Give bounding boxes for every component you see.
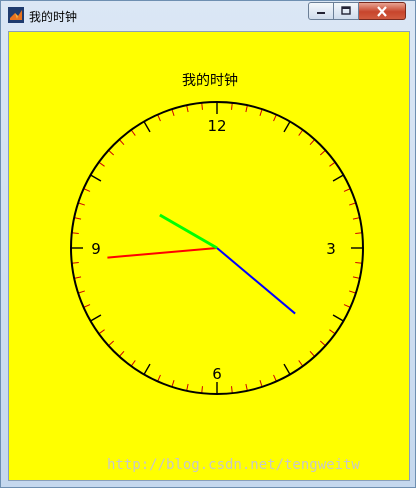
minute-tick bbox=[343, 188, 351, 192]
minute-tick bbox=[352, 276, 360, 279]
minute-tick bbox=[77, 290, 85, 294]
minute-tick bbox=[130, 129, 136, 136]
matlab-icon bbox=[8, 7, 24, 23]
minute-tick bbox=[171, 380, 175, 388]
minute-tick bbox=[118, 350, 125, 357]
numeral-6: 6 bbox=[212, 365, 222, 383]
minute-tick bbox=[309, 139, 316, 146]
minute-tick bbox=[201, 386, 203, 394]
minute-tick bbox=[108, 340, 115, 347]
figure-canvas: 我的时钟 12 3 6 9 http://blog.csdn.net/tengw… bbox=[8, 31, 410, 481]
minute-tick bbox=[259, 108, 263, 116]
minute-tick bbox=[349, 290, 357, 294]
minute-tick bbox=[298, 360, 304, 367]
minute-tick bbox=[77, 202, 85, 206]
hour-tick bbox=[90, 174, 102, 182]
minute-tick bbox=[71, 262, 79, 264]
minimize-button[interactable] bbox=[308, 2, 334, 20]
hour-tick bbox=[90, 314, 102, 322]
numeral-9: 9 bbox=[91, 240, 101, 258]
minute-tick bbox=[273, 114, 277, 122]
watermark-text: http://blog.csdn.net/tengweitw bbox=[107, 457, 360, 473]
minute-tick bbox=[355, 262, 363, 264]
minute-hand bbox=[216, 247, 296, 315]
minute-tick bbox=[171, 108, 175, 116]
minute-tick bbox=[352, 217, 360, 220]
matlab-figure-window: 我的时钟 我的时钟 12 3 6 9 http://blog.csdn.net/… bbox=[0, 0, 416, 488]
minute-tick bbox=[343, 304, 351, 308]
minute-tick bbox=[298, 129, 304, 136]
hour-tick bbox=[143, 363, 151, 375]
second-hand bbox=[107, 247, 218, 259]
title-bar[interactable]: 我的时钟 bbox=[1, 1, 415, 29]
minute-tick bbox=[245, 105, 248, 113]
minute-tick bbox=[74, 217, 82, 220]
hour-tick bbox=[283, 121, 291, 133]
minute-tick bbox=[231, 102, 233, 110]
minute-tick bbox=[157, 374, 161, 382]
numeral-3: 3 bbox=[326, 240, 336, 258]
minute-tick bbox=[98, 161, 105, 167]
minimize-icon bbox=[317, 12, 325, 14]
minute-tick bbox=[71, 232, 79, 234]
minute-tick bbox=[83, 304, 91, 308]
minute-tick bbox=[231, 386, 233, 394]
hour-tick bbox=[143, 121, 151, 133]
minute-tick bbox=[98, 329, 105, 335]
hour-tick bbox=[332, 314, 344, 322]
minute-tick bbox=[201, 102, 203, 110]
minute-tick bbox=[319, 340, 326, 347]
minute-tick bbox=[309, 350, 316, 357]
minute-tick bbox=[259, 380, 263, 388]
hour-tick bbox=[332, 174, 344, 182]
minute-tick bbox=[83, 188, 91, 192]
minute-tick bbox=[349, 202, 357, 206]
maximize-button[interactable] bbox=[334, 2, 359, 20]
minute-tick bbox=[245, 383, 248, 391]
maximize-icon bbox=[341, 6, 351, 15]
minute-tick bbox=[355, 232, 363, 234]
minute-tick bbox=[108, 149, 115, 156]
numeral-12: 12 bbox=[207, 117, 226, 135]
minute-tick bbox=[273, 374, 277, 382]
hour-hand bbox=[159, 213, 218, 250]
clock-face: 12 3 6 9 bbox=[70, 101, 364, 395]
minute-tick bbox=[118, 139, 125, 146]
minute-tick bbox=[157, 114, 161, 122]
close-icon bbox=[377, 5, 387, 17]
minute-tick bbox=[186, 105, 189, 113]
minute-tick bbox=[319, 149, 326, 156]
minute-tick bbox=[329, 329, 336, 335]
window-title: 我的时钟 bbox=[29, 10, 78, 24]
minute-tick bbox=[329, 161, 336, 167]
minute-tick bbox=[186, 383, 189, 391]
close-button[interactable] bbox=[359, 2, 406, 20]
hour-tick bbox=[283, 363, 291, 375]
minute-tick bbox=[130, 360, 136, 367]
minute-tick bbox=[74, 276, 82, 279]
